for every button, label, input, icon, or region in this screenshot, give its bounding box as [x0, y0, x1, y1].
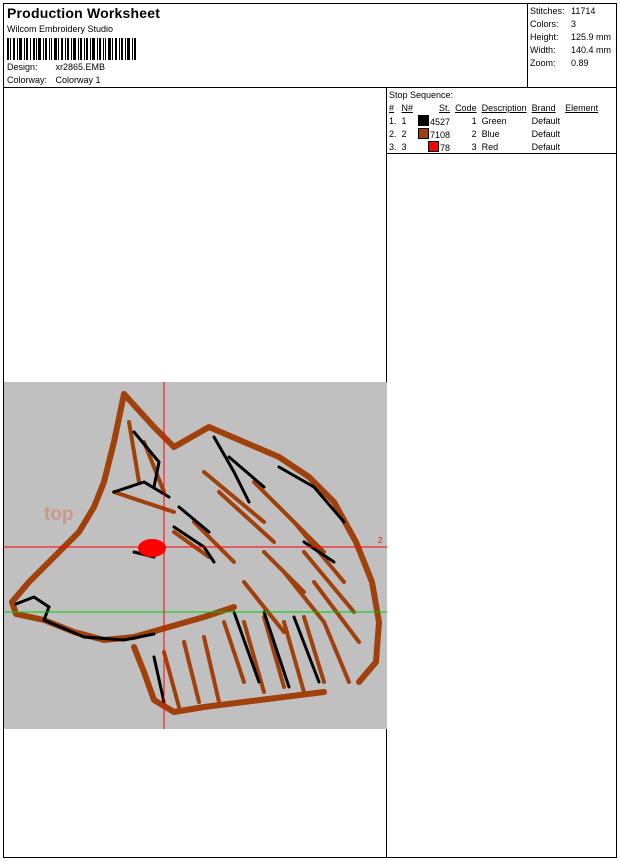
color-swatch	[418, 127, 430, 139]
colorway-value: Colorway 1	[55, 75, 101, 85]
table-row: 1. 1 4527 1 Green Default	[389, 114, 561, 127]
col-description: Description	[481, 102, 527, 113]
marker-label: 2	[378, 536, 383, 545]
barcode	[7, 38, 136, 60]
design-row: Design: xr2865.EMB	[7, 62, 105, 72]
stat-width: Width: 140.4 mm	[530, 45, 612, 55]
eye-red	[138, 539, 166, 557]
header-info: Production Worksheet Wilcom Embroidery S…	[4, 4, 528, 88]
col-num: #	[389, 102, 395, 113]
stop-sequence-title: Stop Sequence:	[389, 90, 454, 100]
table-row: 2. 2 7108 2 Blue Default	[389, 127, 561, 140]
stop-sequence-panel: Stop Sequence: # N# St. Code Description…	[387, 88, 616, 154]
color-swatch	[418, 114, 430, 126]
wolf-embroidery	[4, 382, 387, 729]
col-st: St.	[439, 102, 451, 113]
color-swatch	[428, 140, 440, 152]
design-preview: top 2	[4, 382, 387, 729]
col-element: Element	[565, 102, 599, 113]
stat-zoom: Zoom: 0.89	[530, 58, 589, 68]
colorway-row: Colorway: Colorway 1	[7, 75, 101, 85]
stat-colors: Colors: 3	[530, 19, 577, 29]
worksheet: Production Worksheet Wilcom Embroidery S…	[3, 3, 617, 858]
stat-height: Height: 125.9 mm	[530, 32, 612, 42]
colorway-label: Colorway:	[7, 75, 48, 85]
col-code: Code	[455, 102, 477, 113]
table-row: 3. 3 78 3 Red Default	[389, 140, 561, 153]
col-n: N#	[401, 102, 414, 113]
stop-sequence-table: # N# St. Code Description Brand Element …	[387, 101, 601, 153]
software-name: Wilcom Embroidery Studio	[7, 24, 114, 34]
table-header-row: # N# St. Code Description Brand Element	[387, 101, 601, 114]
stat-stitches: Stitches: 11714	[530, 6, 596, 16]
page-title: Production Worksheet	[7, 5, 161, 21]
design-value: xr2865.EMB	[55, 62, 106, 72]
col-brand: Brand	[531, 102, 556, 113]
stats-panel: Stitches: 11714 Colors: 3 Height: 125.9 mm …	[527, 4, 616, 88]
design-pane: top 2	[4, 88, 387, 857]
design-label: Design:	[7, 62, 38, 72]
